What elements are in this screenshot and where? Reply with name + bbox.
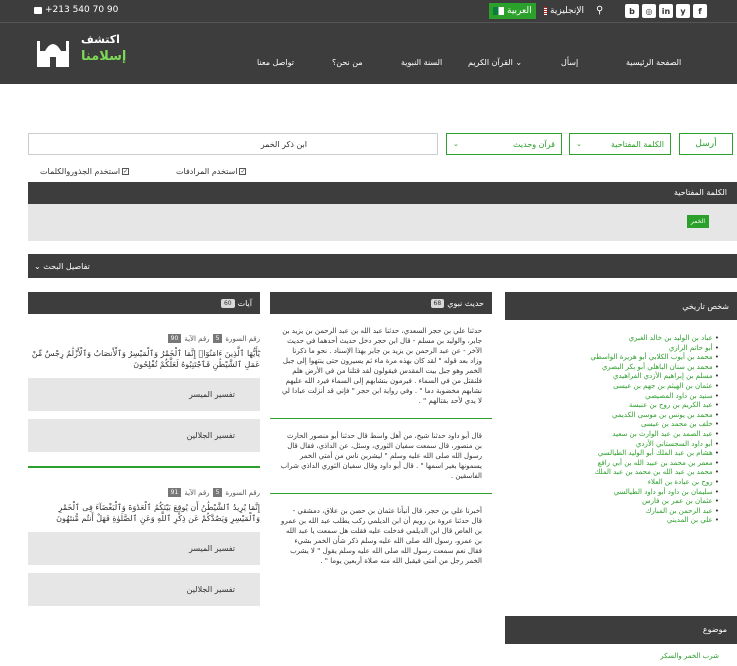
tafsir-jalalayn-button[interactable]: تفسير الجلالين (28, 573, 260, 606)
facebook-icon[interactable]: f (693, 4, 707, 18)
check-icon: ✓ (122, 168, 130, 175)
nav-ask[interactable]: إسأل (561, 58, 578, 67)
hadith-column: حدثنا علي بن حجر السعدي، حدثنا عبد الله … (270, 314, 492, 566)
ayah-text: يَٰٓأَيُّهَا ٱلَّذِينَ ءَامَنُوٓا۟ إِنَّ… (31, 349, 260, 369)
nav-contact[interactable]: تواصل معنا (257, 58, 294, 67)
hadith-header: 68 حديث نبوي (270, 292, 492, 314)
phone-icon (34, 6, 42, 14)
usa-flag-icon (544, 7, 548, 15)
person-link[interactable]: محمد بن يونس بن موسى الكديمي (505, 411, 719, 421)
divider (28, 466, 260, 468)
search-icon[interactable]: ⚲ (596, 5, 603, 16)
person-header: شخص تاريخي (505, 292, 737, 320)
language-english[interactable]: الإنجليزية (540, 3, 588, 19)
keyword-tag[interactable]: الخمر (686, 215, 709, 228)
person-link[interactable]: عبد الصمد بن عبد الوارث بن سعيد (505, 430, 719, 440)
topic-link[interactable]: شرب الخمر والسكر (505, 652, 737, 660)
mosque-icon (37, 41, 69, 67)
person-link[interactable]: عبد الكريم بن روح بن عنبسة (505, 401, 719, 411)
tafsir-muyassar-button[interactable]: تفسير الميسر (28, 532, 260, 565)
ayah-text: إِنَّمَا يُرِيدُ ٱلشَّيْطَٰنُ أَن يُوقِع… (56, 503, 260, 523)
person-link[interactable]: سليمان بن داود أبو داود الطيالسي (505, 488, 719, 498)
search-type-select[interactable]: ⌄ الكلمة المفتاحية (569, 133, 671, 155)
roots-checkbox[interactable]: استخدم الجذوروالكلمات ✓ (40, 167, 130, 176)
person-link[interactable]: محمد بن سنان الباهلي أبو بكر البصري (505, 363, 719, 373)
twitter-icon[interactable]: y (676, 4, 690, 18)
hadith-count: 68 (430, 298, 445, 308)
hadith-text: أخبرنا علي بن حجر، قال أنبأنا عثمان بن ح… (281, 507, 482, 565)
nav-about[interactable]: من نحن؟ (332, 58, 363, 67)
person-link[interactable]: أبو حاتم الرازي (505, 344, 719, 354)
nav-sunnah[interactable]: السنة النبوية (401, 58, 442, 67)
divider (270, 418, 492, 419)
instagram-icon[interactable]: ◎ (642, 4, 656, 18)
ayah-meta: 91 رقم الآية 5 رقم السورة (28, 488, 260, 497)
person-link[interactable]: خلف بن محمد بن عيسى (505, 420, 719, 430)
person-list: عباد بن الوليد بن خالد الغبري أبو حاتم ا… (505, 320, 737, 526)
search-source-select[interactable]: ⌄ قرآن وحديث (446, 133, 562, 155)
person-link[interactable]: محمد بن أيوب الكلابي أبو هريرة الواسطي (505, 353, 719, 363)
chevron-down-icon: ⌄ (453, 140, 459, 148)
chevron-down-icon: ⌄ (576, 140, 582, 148)
keyword-bar: الكلمة المفتاحية (28, 182, 737, 204)
logo-line2: إسلامنا (81, 49, 127, 64)
ayat-header: 60 آيات (28, 292, 260, 314)
ayat-count: 60 (220, 298, 235, 308)
person-link[interactable]: هشام بن عبد الملك أبو الوليد الطيالسي (505, 449, 719, 459)
person-link[interactable]: عبد الرحمن بن المبارك (505, 507, 719, 517)
ayat-column: 90 رقم الآية 5 رقم السورة يَٰٓأَيُّهَا ٱلَّ… (28, 314, 260, 606)
person-link[interactable]: عثمان بن الهيثم بن جهم بن عيسى (505, 382, 719, 392)
nav-quran[interactable]: القرآن الكريم ⌄ (468, 58, 522, 67)
divider (270, 493, 492, 494)
ayah-meta: 90 رقم الآية 5 رقم السورة (28, 334, 260, 343)
nav-home[interactable]: الصفحة الرئيسية (626, 58, 681, 67)
tafsir-jalalayn-button[interactable]: تفسير الجلالين (28, 419, 260, 452)
language-arabic[interactable]: العربية (489, 3, 536, 19)
keyword-area: الخمر (28, 204, 737, 241)
check-icon: ✓ (239, 168, 247, 175)
person-link[interactable]: علي بن المديني (505, 516, 719, 526)
linkedin-icon[interactable]: in (659, 4, 673, 18)
search-details-toggle[interactable]: ⌄ تفاصيل البحث (28, 254, 737, 278)
person-link[interactable]: معمر بن محمد بن عبيد الله بن أبي رافع (505, 459, 719, 469)
algeria-flag-icon (493, 7, 504, 15)
blogger-icon[interactable]: b (625, 4, 639, 18)
person-link[interactable]: أبو داود السجستاني الأزدي (505, 440, 719, 450)
synonyms-checkbox[interactable]: استخدم المرادفات ✓ (176, 167, 247, 176)
search-input[interactable]: ابن ذكر الخمر (28, 133, 438, 155)
person-link[interactable]: عباد بن الوليد بن خالد الغبري (505, 334, 719, 344)
hadith-text: قال أبو داود حدثنا شيخ، من أهل واسط قال … (280, 432, 482, 480)
person-link[interactable]: مسلم بن إبراهيم الأزدي الفراهيدي (505, 372, 719, 382)
person-link[interactable]: روح بن عبادة بن العلاء (505, 478, 719, 488)
person-column: عباد بن الوليد بن خالد الغبري أبو حاتم ا… (505, 320, 737, 526)
person-link[interactable]: محمد بن عبد الله بن محمد بن عبد الملك (505, 468, 719, 478)
hadith-text: حدثنا علي بن حجر السعدي، حدثنا عبد الله … (281, 327, 482, 405)
top-bar: +213 540 70 90 العربية الإنجليزية ⚲ b ◎ … (0, 0, 737, 22)
topic-header: موضوع (505, 616, 737, 644)
logo-line1: اكتشف (81, 33, 120, 46)
site-logo[interactable]: اكتشف إسلامنا (35, 33, 145, 73)
person-link[interactable]: عثمان بن عمر بن فارس (505, 497, 719, 507)
tafsir-muyassar-button[interactable]: تفسير الميسر (28, 378, 260, 411)
person-link[interactable]: سنيد بن داود المصيصي (505, 392, 719, 402)
phone-contact[interactable]: +213 540 70 90 (34, 5, 118, 15)
send-button[interactable]: أرسل (679, 133, 733, 155)
phone-number: +213 540 70 90 (45, 5, 119, 15)
